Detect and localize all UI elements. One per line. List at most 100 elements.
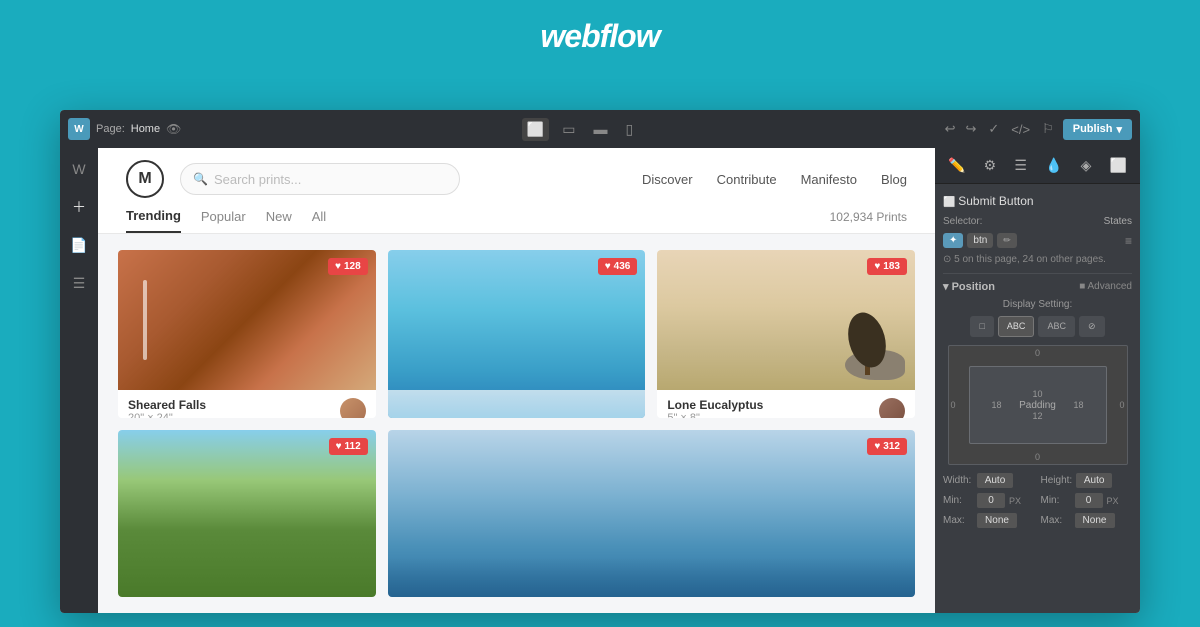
main-content: M 🔍 Search prints... Discover Contribute… — [98, 148, 935, 613]
width-group: Width: — [943, 473, 1035, 488]
sidebar-icon-webflow[interactable]: W — [66, 156, 92, 182]
forest-image — [118, 430, 376, 598]
panel-content: ⬜ Submit Button Selector: States ✦ btn ✏… — [935, 184, 1140, 613]
selector-tag-pen[interactable]: ✏ — [997, 233, 1017, 248]
code-icon[interactable]: </> — [1008, 119, 1033, 140]
card-size-1: 20" × 24" — [128, 412, 206, 418]
max-width-input[interactable] — [977, 513, 1017, 528]
min-height-unit: PX — [1107, 496, 1119, 506]
interactions-tool-icon[interactable]: ☰ — [1009, 154, 1032, 177]
app-body: W ＋ 📄 ☰ M 🔍 Search prints... — [60, 148, 1140, 613]
gallery-card-3[interactable]: ♥ 183 Lone Eucalyptus 5" × 8" — [657, 250, 915, 418]
heart-icon-3: ♥ — [874, 261, 880, 272]
min-height-label: Min: — [1041, 495, 1071, 506]
search-bar[interactable]: 🔍 Search prints... — [180, 163, 460, 195]
advanced-link[interactable]: ■ Advanced — [1079, 281, 1132, 292]
webflow-logo: webflow — [0, 0, 1200, 69]
selector-tag-star[interactable]: ✦ — [943, 233, 963, 248]
nav-manifesto[interactable]: Manifesto — [801, 172, 857, 187]
height-group: Height: — [1041, 473, 1133, 488]
selector-list-button[interactable]: ≡ — [1125, 234, 1132, 248]
tab-new[interactable]: New — [266, 209, 292, 232]
nav-discover[interactable]: Discover — [642, 172, 693, 187]
padding-right-value: 18 — [1073, 400, 1083, 410]
card-size-3: 5" × 8" — [667, 412, 763, 418]
selector-tag-btn[interactable]: btn — [967, 233, 993, 248]
sidebar-icon-layers[interactable]: ☰ — [66, 270, 92, 296]
webflow-icon[interactable]: W — [68, 118, 90, 140]
card-image-2: ♥ 436 — [388, 250, 646, 418]
undo-btn[interactable]: ↩ — [942, 118, 959, 140]
components-tool-icon[interactable]: ◈ — [1076, 154, 1097, 177]
max-height-input[interactable] — [1075, 513, 1115, 528]
right-panel: ✏️ ⚙ ☰ 💧 ◈ ⬜ ⬜ Submit Button Selector: — [935, 148, 1140, 613]
gallery-grid: ♥ 128 Sheared Falls 20" × 24" — [98, 234, 935, 613]
desktop-device-btn[interactable]: ⬜ — [522, 118, 549, 141]
site-logo: M — [126, 160, 164, 198]
states-label[interactable]: States — [1104, 216, 1132, 227]
tab-popular[interactable]: Popular — [201, 209, 246, 232]
export-tool-icon[interactable]: ⬜ — [1104, 154, 1131, 177]
nav-blog[interactable]: Blog — [881, 172, 907, 187]
heart-icon-4: ♥ — [336, 441, 342, 452]
display-opt-inline[interactable]: ABC — [1038, 316, 1075, 337]
laptop-device-btn[interactable]: ▬ — [588, 118, 612, 140]
style-tool-icon[interactable]: ✏️ — [943, 154, 970, 177]
eye-icon[interactable]: 👁 — [166, 122, 181, 136]
site-tabs: Trending Popular New All 102,934 Prints — [126, 208, 907, 233]
gallery-card-5[interactable]: ♥ 312 — [388, 430, 915, 598]
max-width-label: Max: — [943, 515, 973, 526]
margin-top-value: 0 — [1035, 348, 1040, 358]
position-header: ▾ Position ■ Advanced — [943, 280, 1132, 293]
sidebar-icon-pages[interactable]: 📄 — [66, 232, 92, 258]
site-nav: Discover Contribute Manifesto Blog — [642, 172, 907, 187]
min-width-unit: PX — [1009, 496, 1021, 506]
min-width-group: Min: PX — [943, 493, 1035, 508]
display-opt-block[interactable]: □ — [970, 316, 993, 337]
color-tool-icon[interactable]: 💧 — [1040, 154, 1067, 177]
like-badge-3: ♥ 183 — [867, 258, 907, 275]
flag-icon[interactable]: ⚐ — [1039, 118, 1057, 140]
tablet-device-btn[interactable]: ▭ — [557, 118, 580, 141]
display-setting-label: Display Setting: — [943, 299, 1132, 310]
card-title-1: Sheared Falls — [128, 398, 206, 412]
search-placeholder-text: Search prints... — [214, 172, 301, 187]
card-image-4: ♥ 112 — [118, 430, 376, 598]
redo-btn[interactable]: ↪ — [962, 118, 979, 140]
position-section-label: ▾ Position — [943, 280, 995, 293]
height-input[interactable] — [1076, 473, 1112, 488]
prints-count: 102,934 Prints — [830, 210, 907, 232]
gallery-card-4[interactable]: ♥ 112 — [118, 430, 376, 598]
min-width-input[interactable] — [977, 493, 1005, 508]
check-icon[interactable]: ✓ — [985, 118, 1002, 140]
tab-all[interactable]: All — [312, 209, 326, 232]
avatar-3 — [879, 398, 905, 418]
min-height-input[interactable] — [1075, 493, 1103, 508]
toolbar-right: ↩ ↪ ✓ </> ⚐ Publish ▾ — [932, 118, 1132, 140]
card-info-3: Lone Eucalyptus 5" × 8" — [657, 390, 915, 418]
sea-image — [388, 430, 915, 598]
like-badge-4: ♥ 112 — [329, 438, 368, 455]
display-opt-none[interactable]: ⊘ — [1079, 316, 1105, 337]
min-height-group: Min: PX — [1041, 493, 1133, 508]
nav-contribute[interactable]: Contribute — [717, 172, 777, 187]
width-input[interactable] — [977, 473, 1013, 488]
mobile-device-btn[interactable]: ▯ — [620, 118, 638, 141]
panel-toolbar: ✏️ ⚙ ☰ 💧 ◈ ⬜ — [935, 148, 1140, 184]
padding-left-value: 18 — [992, 400, 1002, 410]
gallery-card-1[interactable]: ♥ 128 Sheared Falls 20" × 24" — [118, 250, 376, 418]
padding-top-value: 10 — [1032, 389, 1042, 399]
page-name: Home — [131, 123, 160, 135]
display-opt-inline-block[interactable]: ABC — [998, 316, 1035, 337]
sidebar-icon-add[interactable]: ＋ — [66, 194, 92, 220]
site-header: M 🔍 Search prints... Discover Contribute… — [98, 148, 935, 234]
max-width-group: Max: — [943, 513, 1035, 528]
publish-button[interactable]: Publish ▾ — [1063, 119, 1132, 140]
divider-1 — [943, 273, 1132, 274]
tab-trending[interactable]: Trending — [126, 208, 181, 233]
margin-right-value: 0 — [1119, 400, 1124, 410]
top-toolbar: W Page: Home 👁 ⬜ ▭ ▬ ▯ ↩ ↪ ✓ </> ⚐ — [60, 110, 1140, 148]
max-height-group: Max: — [1041, 513, 1133, 528]
gallery-card-2[interactable]: ♥ 436 — [388, 250, 646, 418]
settings-tool-icon[interactable]: ⚙ — [979, 154, 1002, 177]
